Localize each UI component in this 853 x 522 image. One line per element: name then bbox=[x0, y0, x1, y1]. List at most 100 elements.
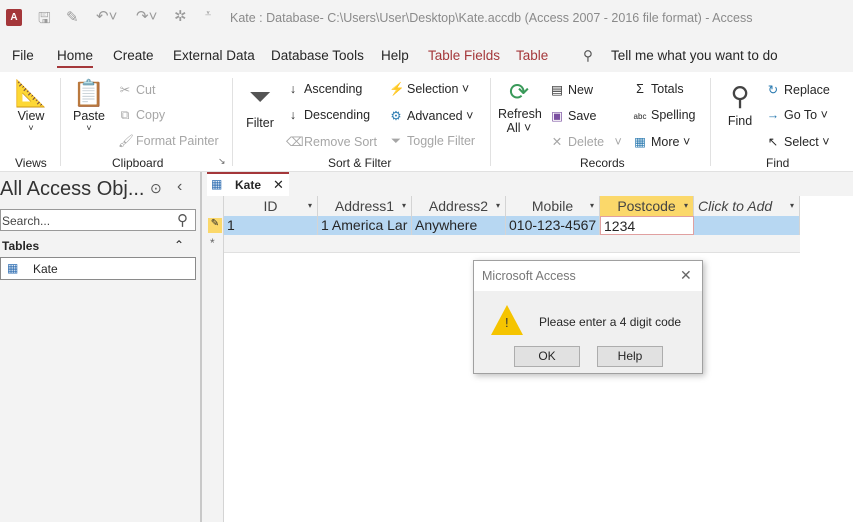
toggle-filter-button[interactable]: ⏷ Toggle Filter bbox=[389, 134, 475, 149]
format-painter-button[interactable]: 🖌 Format Painter bbox=[118, 134, 219, 149]
filter-button[interactable]: ⏷ Filter bbox=[242, 78, 278, 130]
paste-button[interactable]: 📋 Paste ˅ bbox=[70, 78, 108, 133]
tab-table[interactable]: Table bbox=[516, 48, 548, 63]
replace-button[interactable]: ↻ Replace bbox=[766, 82, 830, 97]
brush-icon: 🖌 bbox=[118, 134, 134, 148]
dialog-title-bar: Microsoft Access ✕ bbox=[474, 261, 702, 291]
view-icon: 📐 bbox=[14, 78, 48, 108]
funnel-icon: ⏷ bbox=[248, 81, 272, 112]
tab-home[interactable]: Home bbox=[57, 48, 94, 68]
sort-descending-icon: ↓ bbox=[289, 108, 297, 122]
form-icon[interactable]: ✎ bbox=[66, 8, 79, 26]
tab-database-tools[interactable]: Database Tools bbox=[271, 48, 364, 63]
spelling-icon: abc bbox=[633, 112, 647, 121]
cut-button[interactable]: ✂ Cut bbox=[118, 82, 156, 97]
copy-icon: ⧉ bbox=[120, 108, 130, 122]
nav-search-input[interactable]: Search... ⚲ bbox=[0, 209, 196, 231]
close-icon[interactable]: ✕ bbox=[680, 267, 692, 284]
ribbon: 📐 View ˅ Views 📋 Paste ˅ ✂ Cut ⧉ Copy 🖌 Format … bbox=[0, 72, 853, 172]
column-header-address2[interactable]: Address2 ▾ bbox=[412, 196, 506, 216]
search-icon[interactable]: ⚲ bbox=[177, 211, 188, 229]
group-sort-filter-label: Sort & Filter bbox=[328, 156, 392, 170]
pencil-icon: ✎ bbox=[208, 218, 222, 233]
selection-button[interactable]: ⚡ Selection ˅ bbox=[389, 82, 469, 97]
selection-filter-icon: ⚡ bbox=[389, 82, 405, 96]
totals-button[interactable]: Σ Totals bbox=[633, 82, 684, 96]
new-record-row[interactable] bbox=[224, 235, 800, 253]
search-icon: ⚲ bbox=[583, 48, 593, 63]
collapse-pane-icon[interactable]: ‹ bbox=[177, 178, 182, 196]
advanced-filter-icon: ⚙ bbox=[390, 109, 402, 123]
save-icon[interactable]: 🖫 bbox=[38, 8, 51, 33]
cell-mobile[interactable]: 010-123-4567 bbox=[506, 216, 600, 235]
refresh-all-button[interactable]: ⟳ Refresh All ˅ bbox=[498, 78, 542, 135]
cell-new[interactable] bbox=[694, 216, 800, 235]
document-tab-kate[interactable]: ▦ Kate ✕ bbox=[207, 172, 289, 196]
sort-ascending-icon: ↓ bbox=[289, 82, 297, 96]
dialog-message: Please enter a 4 digit code bbox=[539, 315, 682, 329]
new-record-icon: ▤ bbox=[551, 83, 563, 97]
group-clipboard-label: Clipboard bbox=[112, 156, 164, 170]
undo-icon[interactable]: ↶˅ bbox=[96, 7, 117, 25]
save-record-button[interactable]: ▣ Save bbox=[550, 108, 596, 123]
delete-record-button[interactable]: ✕ Delete ˅ bbox=[550, 134, 622, 149]
remove-sort-button[interactable]: ⌫Remove Sort bbox=[286, 134, 377, 149]
nav-item-kate[interactable]: ▦ Kate bbox=[0, 257, 196, 280]
replace-icon: ↻ bbox=[767, 83, 779, 97]
cell-postcode[interactable]: 1234 bbox=[600, 216, 694, 235]
save-record-icon: ▣ bbox=[551, 109, 563, 123]
table-icon: ▦ bbox=[211, 177, 223, 191]
dialog-launcher-icon[interactable]: ↘ bbox=[218, 156, 226, 167]
advanced-button[interactable]: ⚙ Advanced ˅ bbox=[389, 108, 473, 123]
tab-create[interactable]: Create bbox=[113, 48, 154, 63]
more-button[interactable]: ▦ More ˅ bbox=[633, 134, 690, 149]
goto-button[interactable]: → Go To ˅ bbox=[766, 108, 828, 122]
new-record-button[interactable]: ▤ New bbox=[550, 82, 593, 97]
remove-sort-icon: ⌫ bbox=[286, 135, 304, 149]
navigation-pane: All Access Obj... ⊙ ‹ Search... ⚲ Tables… bbox=[0, 172, 202, 522]
cell-address1[interactable]: 1 America Lar bbox=[318, 216, 412, 235]
tab-table-fields[interactable]: Table Fields bbox=[428, 48, 500, 63]
access-logo-icon: A bbox=[6, 9, 22, 26]
paste-icon: 📋 bbox=[72, 78, 106, 108]
sigma-icon: Σ bbox=[636, 82, 644, 96]
column-header-postcode[interactable]: Postcode ▾ bbox=[600, 196, 694, 216]
tell-me-input[interactable]: Tell me what you want to do bbox=[611, 48, 778, 63]
magnifier-icon: ⚲ bbox=[730, 81, 750, 111]
magic-icon[interactable]: ✲ bbox=[174, 7, 187, 25]
column-header-click-to-add[interactable]: Click to Add ▾ bbox=[694, 196, 800, 216]
find-button[interactable]: ⚲ Find bbox=[722, 78, 758, 128]
column-header-address1[interactable]: Address1 ▾ bbox=[318, 196, 412, 216]
copy-button[interactable]: ⧉ Copy bbox=[118, 108, 166, 123]
nav-title[interactable]: All Access Obj... bbox=[0, 178, 145, 201]
descending-button[interactable]: ↓ Descending bbox=[286, 108, 370, 122]
ok-button[interactable]: OK bbox=[514, 346, 580, 367]
redo-icon[interactable]: ↷˅ bbox=[136, 7, 157, 25]
select-button[interactable]: ↖ Select ˅ bbox=[766, 134, 830, 149]
more-table-icon: ▦ bbox=[634, 135, 646, 149]
view-button[interactable]: 📐 View ˅ bbox=[12, 78, 50, 133]
cell-address2[interactable]: Anywhere bbox=[412, 216, 506, 235]
tables-section-header[interactable]: Tables bbox=[2, 239, 39, 253]
refresh-icon: ⟳ bbox=[508, 79, 530, 106]
group-views-label: Views bbox=[15, 156, 47, 170]
chevron-up-icon[interactable]: ⌃ bbox=[174, 238, 184, 252]
tab-help[interactable]: Help bbox=[381, 48, 409, 63]
tab-external-data[interactable]: External Data bbox=[173, 48, 255, 63]
nav-menu-icon[interactable]: ⊙ bbox=[150, 180, 162, 197]
table-icon: ▦ bbox=[7, 261, 19, 275]
ascending-button[interactable]: ↓ Ascending bbox=[286, 82, 363, 96]
customize-qat-icon[interactable]: ⩡ bbox=[205, 8, 211, 21]
close-tab-icon[interactable]: ✕ bbox=[273, 177, 284, 193]
cell-id[interactable]: 1 bbox=[224, 216, 318, 235]
column-header-mobile[interactable]: Mobile ▾ bbox=[506, 196, 600, 216]
tab-file[interactable]: File bbox=[12, 48, 34, 63]
new-record-asterisk-icon: * bbox=[210, 236, 215, 250]
help-button[interactable]: Help bbox=[597, 346, 663, 367]
window-title: Kate : Database- C:\Users\User\Desktop\K… bbox=[230, 11, 753, 25]
spelling-button[interactable]: abc Spelling bbox=[633, 108, 696, 122]
cursor-icon: ↖ bbox=[767, 135, 779, 149]
column-header-id[interactable]: ID ▾ bbox=[224, 196, 318, 216]
group-find-label: Find bbox=[766, 156, 790, 170]
view-label: View bbox=[17, 109, 45, 123]
